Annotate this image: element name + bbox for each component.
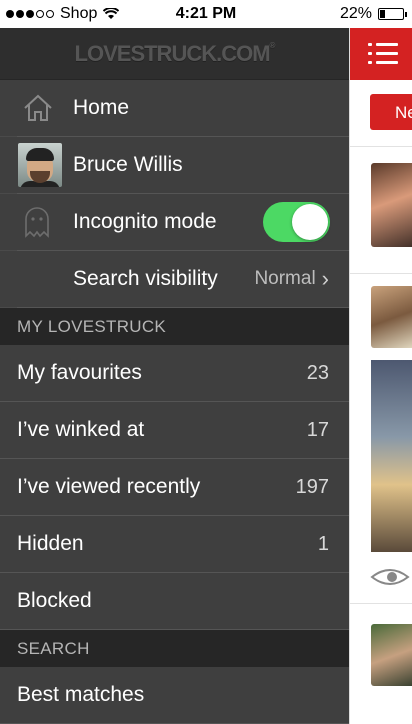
menu-item-label: Blocked [17, 589, 92, 612]
menu-item-winked-at[interactable]: I’ve winked at 17 [0, 402, 349, 459]
menu-icon[interactable] [368, 43, 398, 65]
battery-percent: 22% [339, 5, 372, 22]
menu-item-profile[interactable]: Bruce Willis [0, 137, 349, 194]
section-header-search: SEARCH [0, 630, 349, 667]
menu-item-label: I’ve viewed recently [17, 475, 201, 498]
new-button[interactable]: Ne [370, 94, 412, 130]
chevron-right-icon: › [321, 266, 329, 291]
content-header [350, 28, 412, 80]
menu-item-label: My favourites [17, 361, 142, 384]
menu-item-viewed-recently[interactable]: I’ve viewed recently 197 [0, 459, 349, 516]
lovestruck-logo: LOVESTRUCK.COM® [74, 40, 276, 66]
eye-icon[interactable] [370, 566, 410, 588]
search-visibility-value: Normal [254, 268, 316, 289]
menu-item-count: 23 [306, 361, 329, 384]
ghost-icon [25, 207, 49, 238]
status-right: 22% [339, 5, 407, 23]
home-icon [24, 94, 52, 121]
menu-item-count: 197 [295, 475, 329, 498]
status-bar: Shop 4:21 PM 22% [0, 0, 412, 28]
profile-photo-large[interactable] [371, 360, 412, 552]
menu-item-label: Hidden [17, 532, 84, 555]
profile-photo[interactable] [371, 163, 412, 247]
battery-icon [378, 8, 407, 20]
menu-item-home[interactable]: Home [0, 80, 349, 137]
divider [350, 273, 412, 274]
menu-item-label: Best matches [17, 683, 145, 706]
incognito-toggle[interactable] [263, 202, 330, 242]
divider [350, 603, 412, 604]
drawer-header: LOVESTRUCK.COM® [0, 28, 349, 80]
section-header-my-lovestruck: MY LOVESTRUCK [0, 308, 349, 345]
menu-item-count: 17 [306, 418, 329, 441]
menu-item-best-matches[interactable]: Best matches [0, 667, 349, 724]
profile-photo[interactable] [371, 624, 412, 686]
profile-photo[interactable] [371, 286, 412, 348]
menu-item-count: 1 [317, 532, 329, 555]
menu-item-blocked[interactable]: Blocked [0, 573, 349, 630]
menu-item-hidden[interactable]: Hidden 1 [0, 516, 349, 573]
divider [350, 146, 412, 147]
side-drawer: LOVESTRUCK.COM® Home Bruce Willis Incogn… [0, 28, 349, 724]
user-name: Bruce Willis [73, 153, 183, 176]
search-visibility-row[interactable]: Search visibility Normal › [0, 251, 349, 308]
menu-item-label: Home [73, 96, 130, 119]
menu-item-favourites[interactable]: My favourites 23 [0, 345, 349, 402]
toggle-knob [292, 204, 328, 240]
incognito-row: Incognito mode [0, 194, 349, 251]
search-visibility-label: Search visibility [73, 267, 218, 290]
menu-item-label: I’ve winked at [17, 418, 145, 441]
main-content-peek: Ne [349, 28, 412, 724]
avatar [18, 143, 62, 187]
